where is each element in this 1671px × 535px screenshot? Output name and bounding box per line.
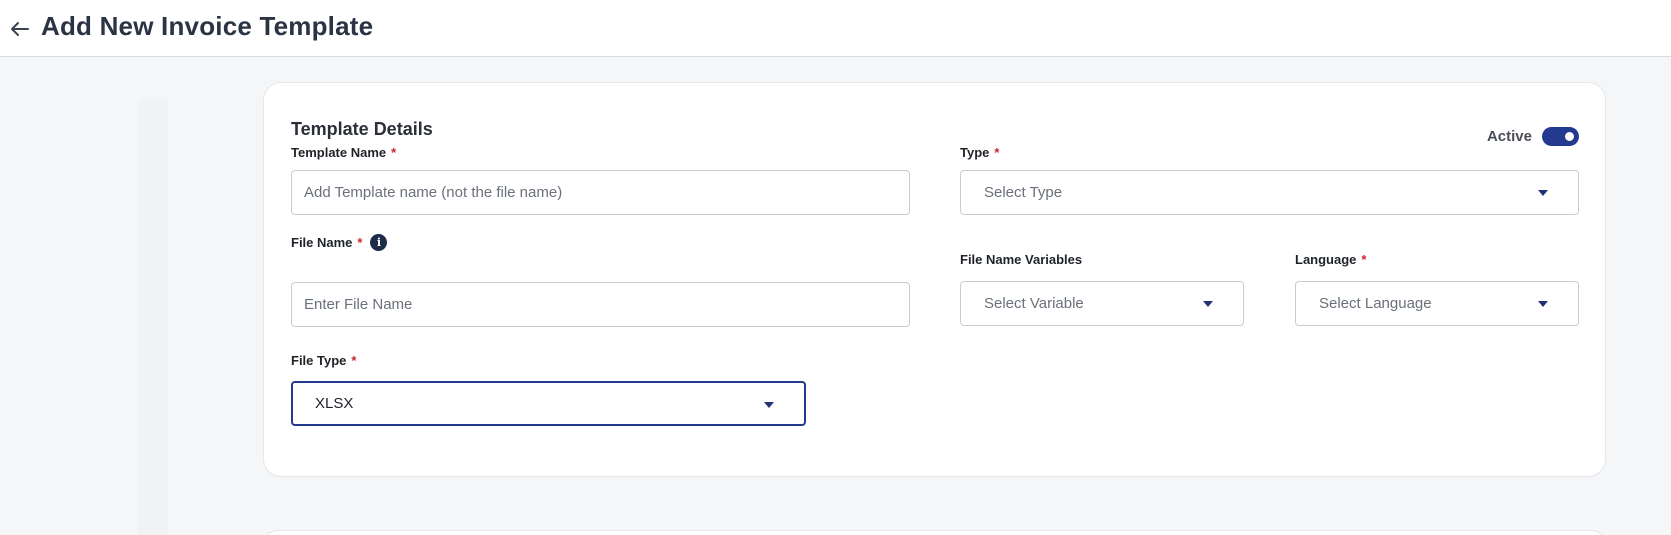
- chevron-down-icon: [1538, 301, 1548, 307]
- chevron-down-icon: [1203, 301, 1213, 307]
- next-section-card: [263, 530, 1606, 535]
- chevron-down-icon: [764, 402, 774, 408]
- back-button[interactable]: [8, 18, 30, 40]
- file-name-label: File Name * i: [291, 234, 388, 251]
- file-type-select[interactable]: XLSX: [291, 381, 806, 426]
- template-name-label: Template Name *: [291, 145, 397, 160]
- file-name-variables-label: File Name Variables: [960, 252, 1083, 267]
- toggle-knob: [1563, 130, 1576, 143]
- file-name-variables-select[interactable]: Select Variable: [960, 281, 1244, 326]
- section-title: Template Details: [291, 119, 433, 139]
- type-select[interactable]: Select Type: [960, 170, 1579, 215]
- active-toggle-group: Active: [1487, 127, 1579, 146]
- language-label: Language *: [1295, 252, 1367, 267]
- type-label: Type *: [960, 145, 1000, 160]
- template-details-card: Template Details Active Template Name * A…: [263, 82, 1606, 477]
- top-bar: Add New Invoice Template: [0, 0, 1671, 57]
- active-label: Active: [1486, 128, 1532, 145]
- file-name-input[interactable]: Enter File Name: [291, 282, 910, 327]
- page-title: Add New Invoice Template: [41, 11, 374, 41]
- info-icon[interactable]: i: [370, 234, 388, 251]
- language-select[interactable]: Select Language: [1295, 281, 1579, 326]
- side-panel-strip: [138, 100, 168, 535]
- file-type-label: File Type *: [291, 353, 357, 368]
- template-name-input[interactable]: Add Template name (not the file name): [291, 170, 910, 215]
- active-toggle[interactable]: [1542, 127, 1579, 146]
- chevron-down-icon: [1538, 190, 1548, 196]
- arrow-left-icon: [11, 22, 29, 36]
